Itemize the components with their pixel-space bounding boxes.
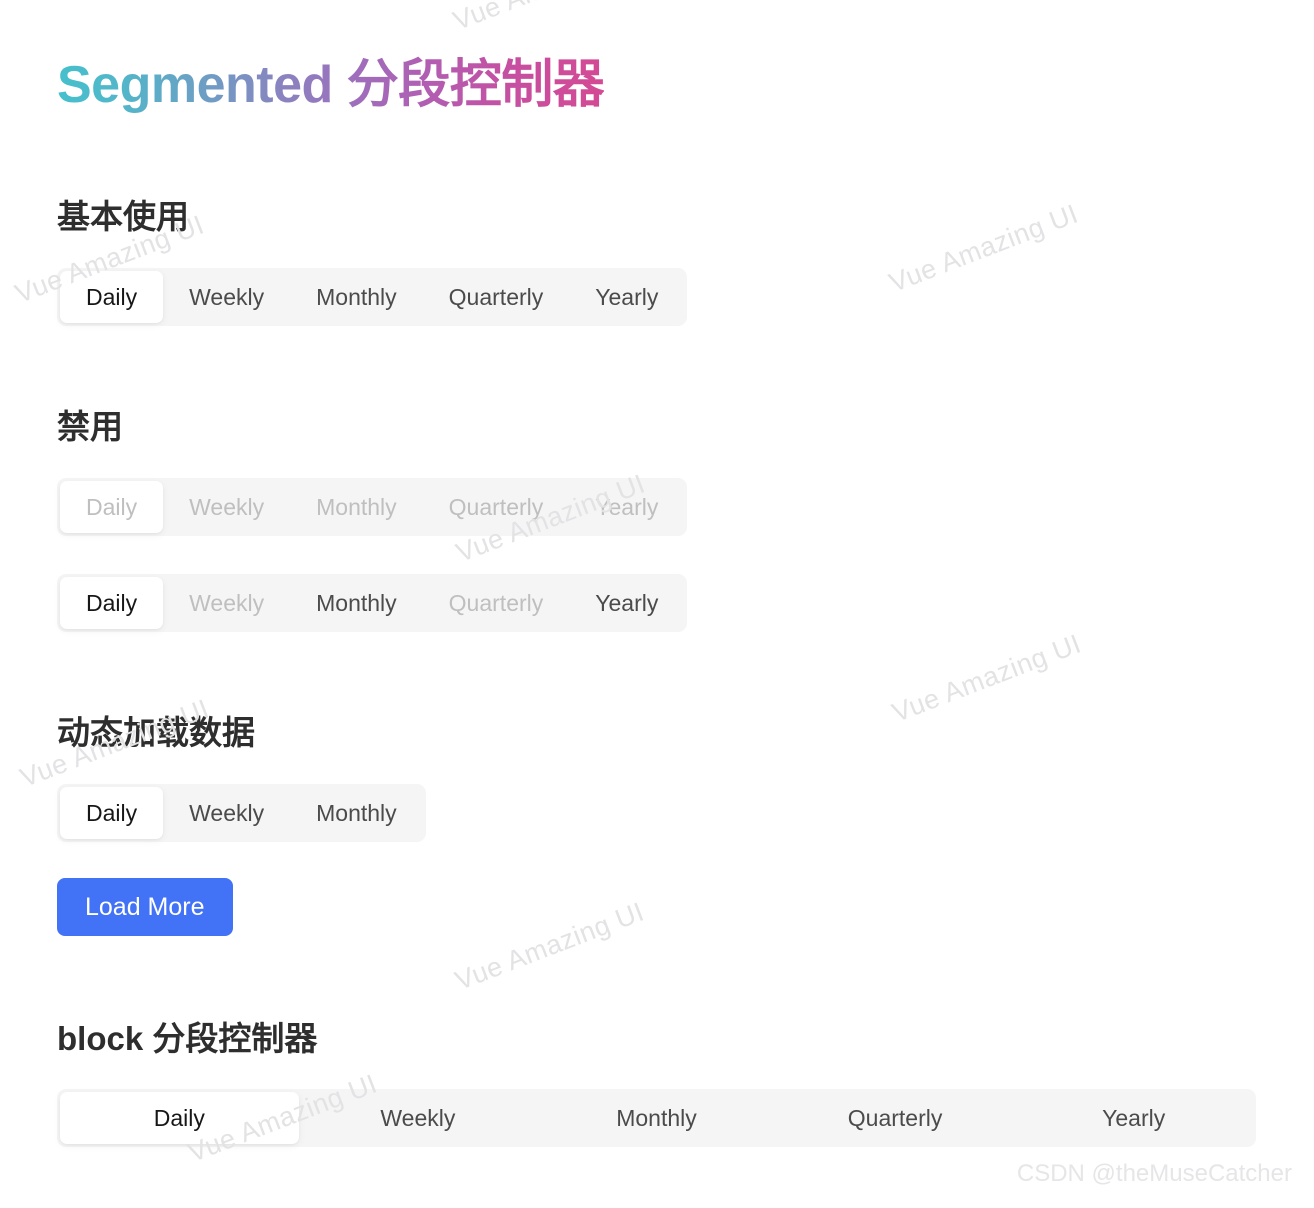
segment-item-daily[interactable]: Daily bbox=[60, 787, 164, 839]
load-more-button[interactable]: Load More bbox=[57, 878, 233, 936]
section-heading-basic: 基本使用 bbox=[57, 198, 189, 235]
segment-item-monthly[interactable]: Monthly bbox=[290, 271, 423, 323]
segment-item-weekly: Weekly bbox=[189, 589, 265, 616]
section-heading-dynamic: 动态加载数据 bbox=[57, 714, 255, 751]
segment-item-monthly[interactable]: Monthly bbox=[290, 577, 423, 629]
segment-item-weekly[interactable]: Weekly bbox=[299, 1092, 538, 1144]
watermark-text: Vue Amazing UI bbox=[885, 198, 1083, 299]
segmented-all-disabled: Daily Weekly Monthly Quarterly Yearly bbox=[57, 478, 688, 536]
segmented-dynamic[interactable]: Daily Weekly Monthly bbox=[57, 784, 426, 842]
segmented-basic[interactable]: Daily Weekly Monthly Quarterly Yearly bbox=[57, 268, 688, 326]
segment-item-yearly: Yearly bbox=[595, 493, 659, 520]
section-heading-block: block 分段控制器 bbox=[57, 1020, 318, 1057]
segment-item-weekly: Weekly bbox=[189, 493, 265, 520]
segment-item-yearly[interactable]: Yearly bbox=[569, 271, 684, 323]
segment-item-quarterly[interactable]: Quarterly bbox=[776, 1092, 1015, 1144]
watermark-text: Vue Amazing UI bbox=[888, 628, 1086, 729]
csdn-watermark: CSDN @theMuseCatcher bbox=[1016, 1160, 1292, 1187]
watermark-text: Vue Amazing UI bbox=[449, 0, 646, 37]
segment-item-daily[interactable]: Daily bbox=[60, 1092, 299, 1144]
page-root: Vue Amazing UI Vue Amazing UI Vue Amazing … bbox=[0, 0, 1314, 1208]
segment-item-monthly[interactable]: Monthly bbox=[290, 787, 423, 839]
segment-item-quarterly: Quarterly bbox=[448, 493, 544, 520]
watermark-text: Vue Amazing UI bbox=[451, 896, 649, 997]
segment-item-weekly[interactable]: Weekly bbox=[163, 271, 290, 323]
segment-item-quarterly: Quarterly bbox=[448, 589, 544, 616]
segment-item-daily: Daily bbox=[60, 481, 164, 533]
segment-item-daily[interactable]: Daily bbox=[60, 271, 164, 323]
section-heading-disabled: 禁用 bbox=[57, 408, 123, 445]
segmented-block[interactable]: Daily Weekly Monthly Quarterly Yearly bbox=[57, 1089, 1256, 1147]
segment-item-weekly[interactable]: Weekly bbox=[163, 787, 290, 839]
segmented-partial-disabled[interactable]: Daily Weekly Monthly Quarterly Yearly bbox=[57, 574, 688, 632]
segment-item-yearly[interactable]: Yearly bbox=[1014, 1092, 1253, 1144]
segment-item-daily[interactable]: Daily bbox=[60, 577, 164, 629]
segment-item-monthly: Monthly bbox=[316, 493, 397, 520]
page-title: Segmented 分段控制器 bbox=[57, 42, 605, 117]
segment-item-quarterly[interactable]: Quarterly bbox=[423, 271, 570, 323]
segment-item-yearly[interactable]: Yearly bbox=[569, 577, 684, 629]
segment-item-monthly[interactable]: Monthly bbox=[537, 1092, 776, 1144]
